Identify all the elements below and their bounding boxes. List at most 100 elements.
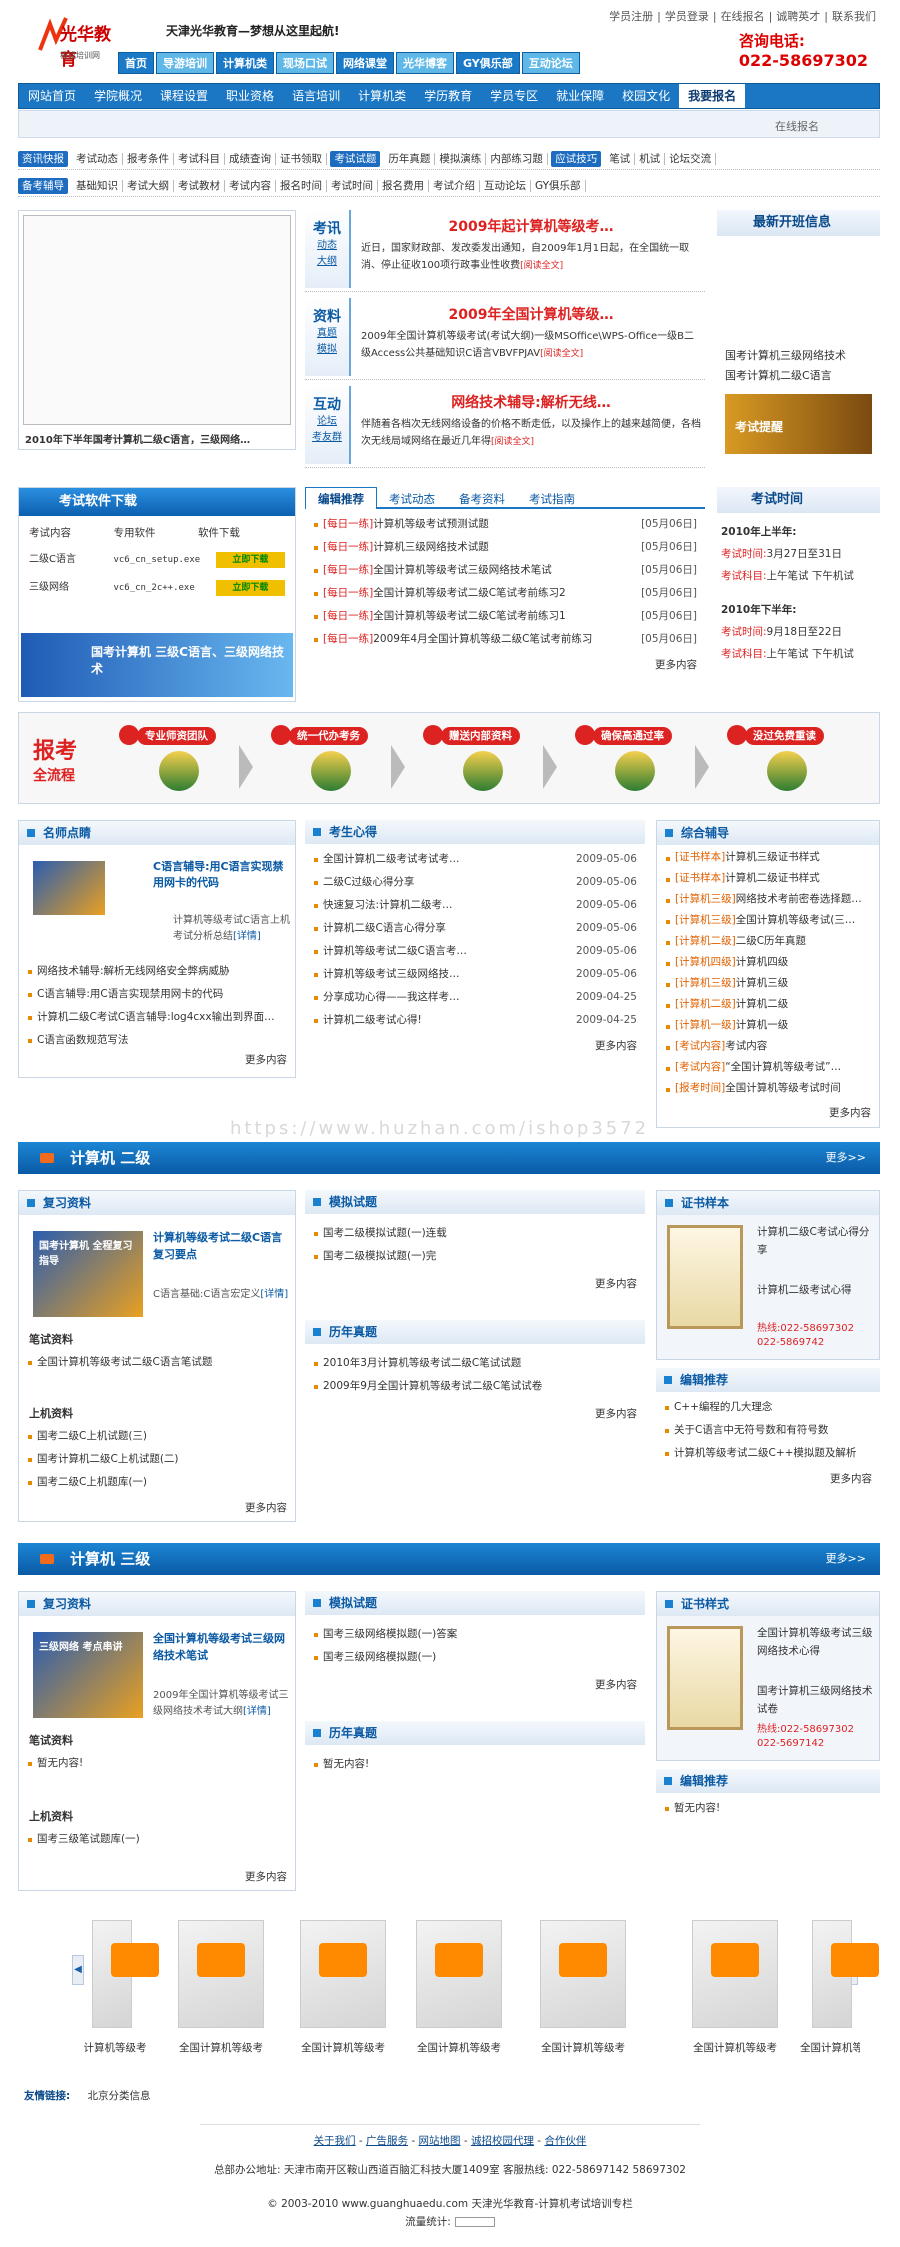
item-title[interactable]: 二级C过级心得分享 — [323, 876, 414, 888]
list-item[interactable]: 暂无内容! — [27, 1752, 281, 1775]
list-item[interactable]: [每日一练]计算机等级考试预测试题 [05月06日] — [313, 513, 697, 536]
category-link[interactable]: 考试动态 — [72, 153, 123, 165]
review-detail-link[interactable]: [详情] — [243, 1706, 271, 1717]
section-more-link[interactable]: 更多>> — [826, 1543, 866, 1575]
nav-item[interactable]: 职业资格 — [217, 84, 283, 108]
list-item[interactable]: C语言函数规范写法 — [27, 1029, 281, 1052]
top-tab[interactable]: 现场口试 — [276, 52, 334, 74]
category-link[interactable]: 考试介绍 — [429, 180, 480, 192]
item-title[interactable]: 计算机二级 — [736, 998, 789, 1010]
category-link[interactable]: 笔试 — [605, 153, 636, 165]
feature-side-link[interactable]: 论坛 — [305, 414, 349, 430]
nav-item[interactable]: 语言培训 — [283, 84, 349, 108]
top-tab[interactable]: 光华博客 — [396, 52, 454, 74]
nav-item-active[interactable]: 我要报名 — [679, 84, 746, 108]
software-file[interactable]: vc6_cn_setup.exe — [113, 546, 215, 574]
nav-item[interactable]: 学院概况 — [85, 84, 151, 108]
item-title[interactable]: 计算机等级考试预测试题 — [373, 518, 489, 530]
category-link[interactable]: 历年真题 — [384, 153, 436, 165]
category-link[interactable]: 考试科目 — [174, 153, 225, 165]
list-item[interactable]: 国考二级C上机试题(三) — [27, 1425, 281, 1448]
footer-link[interactable]: 关于我们 — [314, 2135, 356, 2147]
cert-sample-image[interactable] — [667, 1225, 743, 1329]
item-title[interactable]: 计算机等级考试三级网络技… — [323, 968, 460, 980]
item-title[interactable]: 全国计算机等级考试(三… — [736, 914, 856, 926]
list-item[interactable]: [计算机三级]网络技术考前密卷选择题… — [665, 889, 871, 910]
nav-item[interactable]: 课程设置 — [151, 84, 217, 108]
more-link[interactable]: 更多内容 — [305, 1673, 645, 1696]
list-item[interactable]: [每日一练]全国计算机等级考试二级C笔试考前练习1 [05月06日] — [313, 605, 697, 628]
new-class-item[interactable]: 国考计算机二级C语言 — [725, 366, 872, 386]
download-button[interactable]: 立即下载 — [215, 580, 285, 596]
feature-side-link[interactable]: 动态 — [305, 238, 349, 254]
teachers-feature-title[interactable]: C语言辅导:用C语言实现禁用网卡的代码 — [153, 859, 293, 891]
item-title[interactable]: 全国计算机二级考试考试考… — [323, 853, 460, 865]
list-item[interactable]: 关于C语言中无符号数和有符号数 — [664, 1419, 872, 1442]
stat-badge-icon[interactable] — [454, 2217, 495, 2227]
more-link[interactable]: 更多内容 — [245, 1869, 287, 1884]
cert-desc[interactable]: 计算机二级C考试心得分享 — [757, 1223, 875, 1259]
list-item[interactable]: 国考三级网络模拟题(一) — [313, 1646, 637, 1669]
feature-side-link[interactable]: 模拟 — [305, 342, 349, 358]
review-feature-title[interactable]: 计算机等级考试二级C语言复习要点 — [153, 1229, 293, 1263]
banner-caption[interactable]: 2010年下半年国考计算机二级C语言，三级网络… — [25, 431, 250, 446]
item-title[interactable]: 计算机三级证书样式 — [725, 851, 820, 863]
friend-link[interactable]: 北京分类信息 — [88, 2090, 151, 2102]
list-item[interactable]: [考试内容]“全国计算机等级考试”… — [665, 1057, 871, 1078]
cert-desc[interactable]: 全国计算机等级考试三级网络技术心得 — [757, 1624, 875, 1660]
item-title[interactable]: 快速复习法:计算机二级考… — [323, 899, 453, 911]
banner-image[interactable] — [23, 215, 291, 425]
item-title[interactable]: 计算机三级网络技术试题 — [373, 541, 489, 553]
more-link[interactable]: 更多内容 — [657, 1103, 879, 1122]
top-tab[interactable]: 互动论坛 — [521, 52, 580, 74]
software-ad[interactable]: 国考计算机 三级C语言、三级网络技术 — [21, 633, 293, 697]
category-link[interactable]: 互动论坛 — [480, 180, 531, 192]
carousel-prev-button[interactable]: ◀ — [72, 1955, 84, 1985]
book-caption[interactable]: 全国计算机等级考 — [404, 2040, 514, 2055]
item-title[interactable]: 计算机三级 — [736, 977, 789, 989]
list-item[interactable]: [计算机二级]二级C历年真题 — [665, 931, 871, 952]
item-title[interactable]: 二级C历年真题 — [736, 935, 806, 947]
top-link[interactable]: 联系我们 — [828, 10, 880, 23]
item-title[interactable]: 分享成功心得——我这样考… — [323, 991, 460, 1003]
list-item[interactable]: 网络技术辅导:解析无线网络安全弊病威胁 — [27, 960, 281, 983]
category-link[interactable]: 基础知识 — [72, 180, 123, 192]
exam-remind-banner[interactable]: 考试提醒 — [725, 394, 872, 454]
cert-desc[interactable]: 计算机二级考试心得 — [757, 1281, 875, 1299]
list-item[interactable]: 计算机等级考试二级C++模拟题及解析 — [664, 1442, 872, 1465]
more-link[interactable]: 更多内容 — [305, 1402, 645, 1425]
item-title[interactable]: 计算机四级 — [736, 956, 789, 968]
list-item[interactable]: [证书样本]计算机三级证书样式 — [665, 847, 871, 868]
item-title[interactable]: 全国计算机等级考试三级网络技术笔试 — [373, 564, 552, 576]
list-item[interactable]: 国考二级模拟试题(一)完 — [313, 1245, 637, 1268]
top-tab[interactable]: 导游培训 — [156, 52, 214, 74]
nav-item[interactable]: 计算机类 — [349, 84, 415, 108]
category-link[interactable]: 考试教材 — [174, 180, 225, 192]
item-title[interactable]: 计算机二级C语言心得分享 — [323, 922, 446, 934]
tab[interactable]: 考试指南 — [517, 488, 587, 510]
list-item[interactable]: 国考二级C上机题库(一) — [27, 1471, 281, 1494]
cert-desc[interactable]: 国考计算机三级网络技术试卷 — [757, 1682, 875, 1718]
item-title[interactable]: 2009年4月全国计算机等级二级C笔试考前练习 — [373, 633, 592, 645]
item-title[interactable]: 计算机等级考试二级C语言考… — [323, 945, 467, 957]
list-item[interactable]: [每日一练]全国计算机等级考试三级网络技术笔试 [05月06日] — [313, 559, 697, 582]
read-more-link[interactable]: [阅读全文] — [491, 437, 534, 447]
list-item[interactable]: 全国计算机二级考试考试考… 2009-05-06 — [313, 848, 637, 871]
category-link[interactable]: 证书领取 — [276, 153, 327, 165]
list-item[interactable]: [每日一练]2009年4月全国计算机等级二级C笔试考前练习 [05月06日] — [313, 628, 697, 651]
book-caption[interactable]: 全国计算机等级考 — [800, 2040, 860, 2055]
list-item[interactable]: 计算机等级考试二级C语言考… 2009-05-06 — [313, 940, 637, 963]
feature-side-link[interactable]: 真题 — [305, 326, 349, 342]
read-more-link[interactable]: [阅读全文] — [540, 349, 583, 359]
footer-link[interactable]: 广告服务 — [366, 2135, 408, 2147]
list-item[interactable]: 全国计算机等级考试二级C语言笔试题 — [27, 1351, 281, 1374]
category-link[interactable]: 考试大纲 — [123, 180, 174, 192]
item-title[interactable]: “全国计算机等级考试”… — [725, 1061, 841, 1073]
cert-sample-image[interactable] — [667, 1626, 743, 1730]
item-title[interactable]: 计算机二级考试心得! — [323, 1014, 422, 1026]
item-title[interactable]: 考试内容 — [725, 1040, 767, 1052]
review-image[interactable]: 国考计算机 全程复习指导 — [33, 1231, 143, 1317]
subnav-link[interactable]: 在线报名 — [775, 118, 819, 134]
item-title[interactable]: 计算机二级证书样式 — [725, 872, 820, 884]
feature-title[interactable]: 2009年起计算机等级考… — [361, 216, 701, 236]
